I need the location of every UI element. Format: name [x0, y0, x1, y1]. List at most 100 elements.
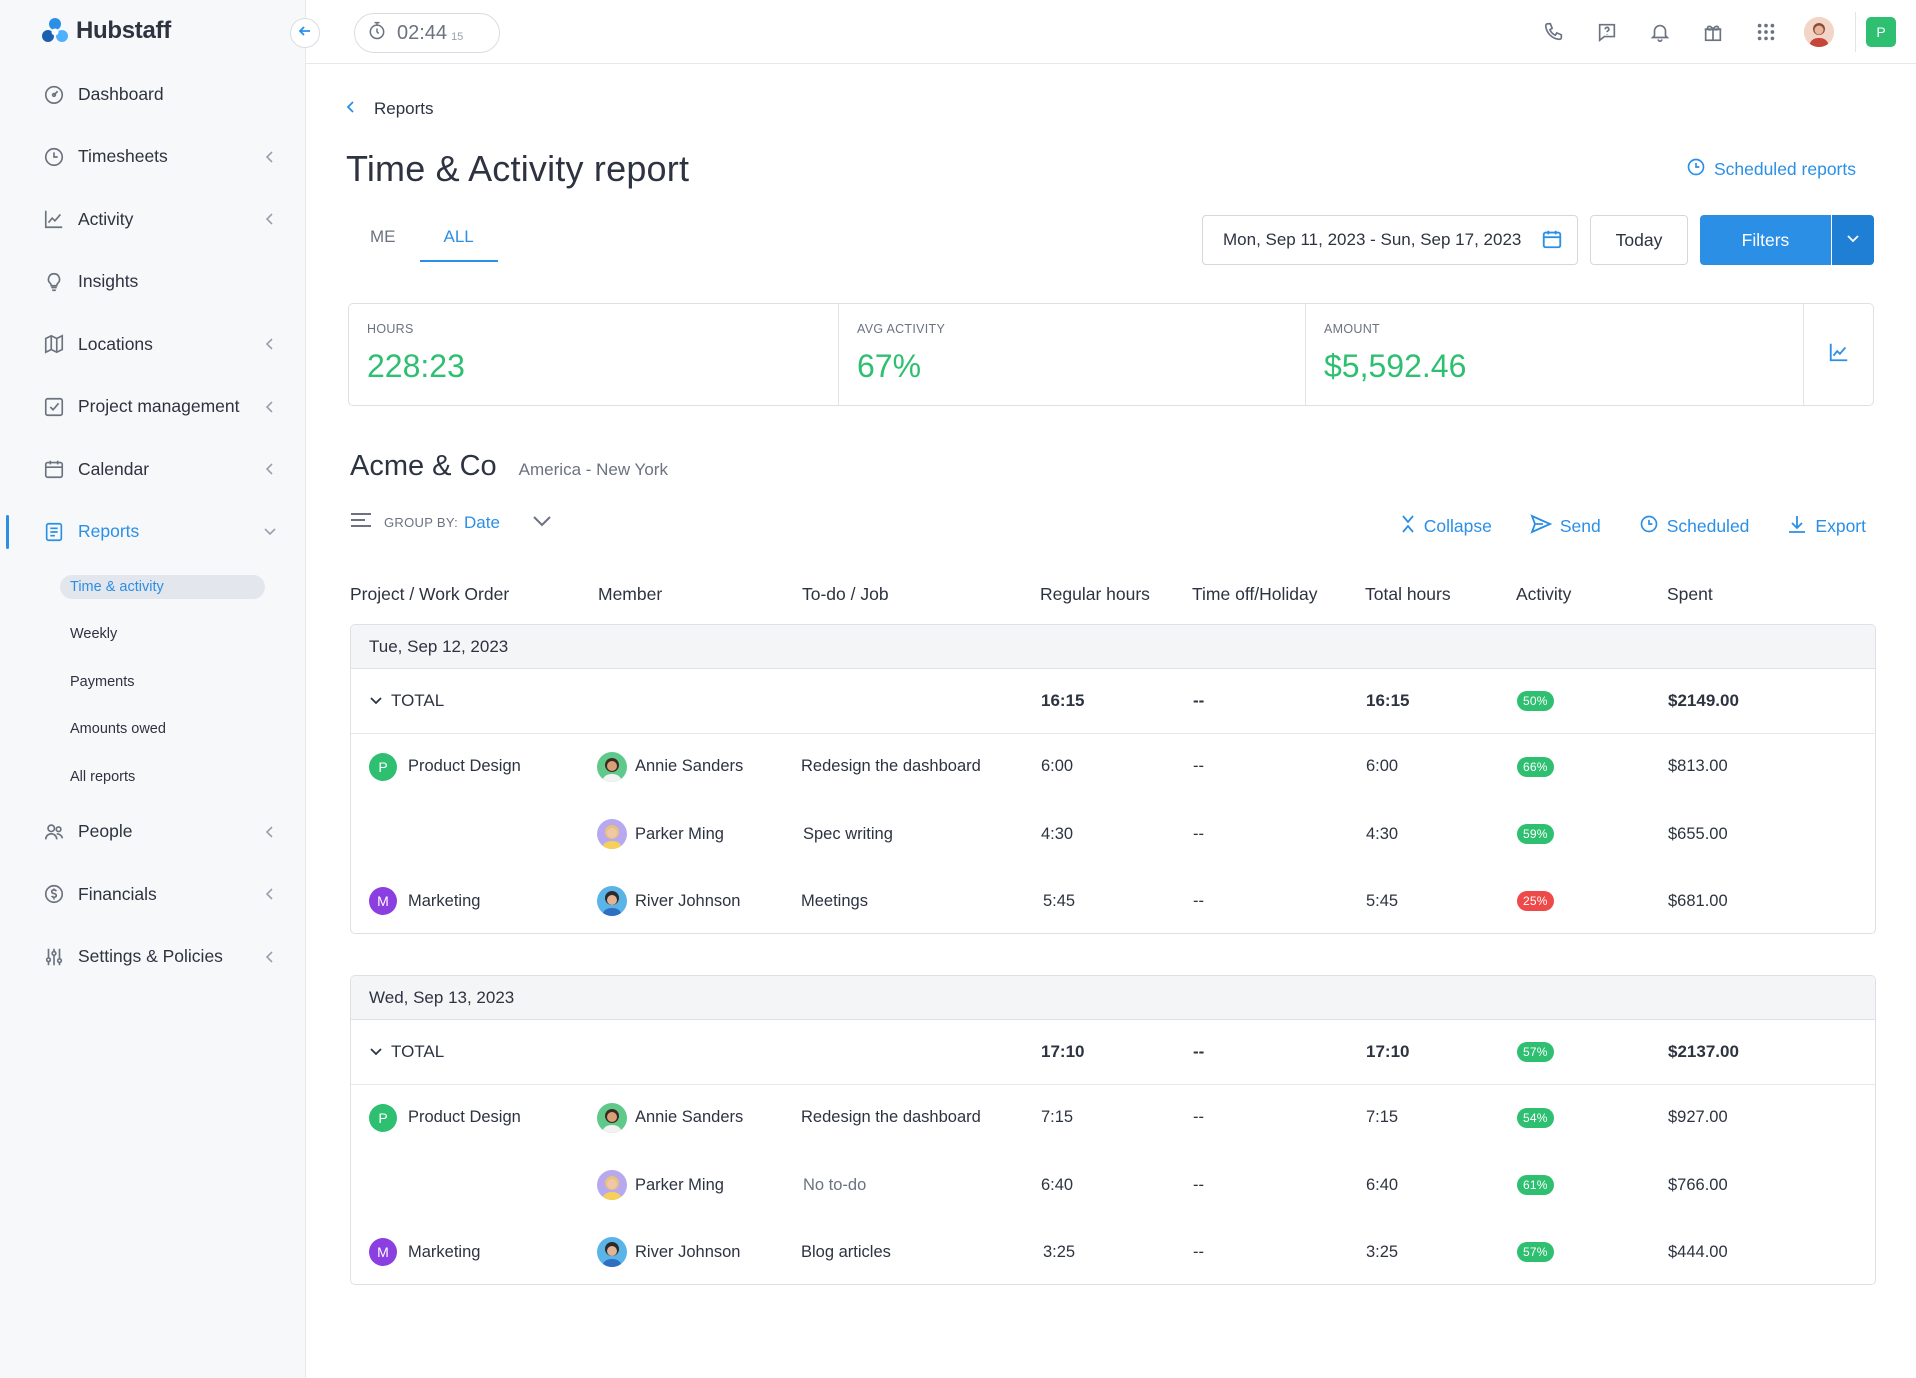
- user-avatar[interactable]: [1792, 0, 1845, 64]
- summary-hours: HOURS 228:23: [349, 304, 839, 405]
- sidebar-item-settings-policies[interactable]: Settings & Policies: [0, 926, 306, 989]
- member-cell[interactable]: Parker Ming: [597, 799, 724, 869]
- total-row[interactable]: TOTAL 17:10 -- 17:10 57% $2137.00: [351, 1020, 1875, 1085]
- sidebar-item-dashboard[interactable]: Dashboard: [0, 63, 306, 126]
- todo-cell[interactable]: Redesign the dashboard: [801, 1085, 981, 1150]
- subnav-item-amounts-owed[interactable]: Amounts owed: [70, 706, 306, 754]
- todo-cell[interactable]: Redesign the dashboard: [801, 734, 981, 799]
- breadcrumb[interactable]: Reports: [346, 99, 434, 119]
- subnav-item-weekly[interactable]: Weekly: [70, 611, 306, 659]
- export-button[interactable]: Export: [1787, 514, 1866, 539]
- member-cell[interactable]: Annie Sanders: [597, 734, 743, 799]
- subnav-item-payments[interactable]: Payments: [70, 658, 306, 706]
- activity-cell: 59%: [1517, 799, 1554, 869]
- sidebar-item-reports[interactable]: Reports: [0, 501, 306, 564]
- total-timeoff: --: [1193, 691, 1205, 710]
- organization-badge[interactable]: P: [1866, 17, 1896, 47]
- column-header-todo[interactable]: To-do / Job: [802, 584, 889, 605]
- column-header-total-hours[interactable]: Total hours: [1365, 584, 1451, 605]
- member-cell[interactable]: River Johnson: [597, 1220, 740, 1284]
- column-header-project[interactable]: Project / Work Order: [350, 584, 509, 605]
- sidebar-item-financials[interactable]: Financials: [0, 863, 306, 926]
- member-cell[interactable]: Annie Sanders: [597, 1085, 743, 1150]
- todo-cell[interactable]: Spec writing: [803, 799, 893, 869]
- scheduled-button[interactable]: Scheduled: [1639, 514, 1749, 539]
- total-label-cell[interactable]: TOTAL: [369, 669, 444, 733]
- sidebar-item-insights[interactable]: Insights: [0, 251, 306, 314]
- subnav-item-all-reports[interactable]: All reports: [70, 753, 306, 801]
- project-cell[interactable]: P Product Design: [369, 734, 521, 799]
- project-cell[interactable]: M Marketing: [369, 1220, 480, 1284]
- chart-toggle-button[interactable]: [1803, 304, 1873, 405]
- project-cell[interactable]: P Product Design: [369, 1085, 521, 1150]
- collapse-sidebar-button[interactable]: [290, 18, 320, 48]
- table-row[interactable]: P Product Design Annie Sanders Redesign t…: [351, 1085, 1875, 1150]
- table-row[interactable]: Parker Ming Spec writing 4:30 -- 4:30 59…: [351, 799, 1875, 869]
- avatar: [597, 1170, 627, 1200]
- activity-badge: 61%: [1517, 1175, 1554, 1195]
- todo-cell[interactable]: Meetings: [801, 869, 868, 933]
- sidebar-item-project-management[interactable]: Project management: [0, 376, 306, 439]
- total-regular: 16:15: [1041, 691, 1085, 710]
- help-icon[interactable]: [1580, 0, 1633, 64]
- scheduled-reports-link[interactable]: Scheduled reports: [1686, 157, 1856, 182]
- timer-widget[interactable]: 02:44 15: [354, 13, 500, 53]
- sidebar-item-locations[interactable]: Locations: [0, 313, 306, 376]
- table-row[interactable]: Parker Ming No to-do 6:40 -- 6:40 61% $7…: [351, 1150, 1875, 1220]
- apps-grid-icon[interactable]: [1739, 0, 1792, 64]
- date-range-picker[interactable]: Mon, Sep 11, 2023 - Sun, Sep 17, 2023: [1202, 215, 1578, 265]
- column-header-spent[interactable]: Spent: [1667, 584, 1713, 605]
- sidebar-item-timesheets[interactable]: Timesheets: [0, 126, 306, 189]
- filters-dropdown-button[interactable]: [1832, 215, 1874, 265]
- chevron-down-icon: [369, 1047, 383, 1057]
- summary-amount: AMOUNT $5,592.46: [1306, 304, 1484, 405]
- report-icon: [42, 520, 66, 544]
- sidebar-item-people[interactable]: People: [0, 801, 306, 864]
- gift-icon[interactable]: [1686, 0, 1739, 64]
- map-icon: [42, 332, 66, 356]
- total-activity: 50%: [1517, 669, 1554, 733]
- bell-icon[interactable]: [1633, 0, 1686, 64]
- total-timeoff: --: [1193, 1042, 1205, 1061]
- member-cell[interactable]: Parker Ming: [597, 1150, 724, 1220]
- stopwatch-icon: [367, 21, 387, 46]
- table-row[interactable]: P Product Design Annie Sanders Redesign t…: [351, 734, 1875, 799]
- phone-icon[interactable]: [1527, 0, 1580, 64]
- chevron-down-icon: [369, 696, 383, 706]
- total-label-cell[interactable]: TOTAL: [369, 1020, 444, 1084]
- avatar: [597, 886, 627, 916]
- people-icon: [42, 820, 66, 844]
- sliders-icon: [42, 945, 66, 969]
- column-header-time-off[interactable]: Time off/Holiday: [1192, 584, 1317, 605]
- hubstaff-logo-icon: [40, 16, 70, 46]
- todo-cell[interactable]: No to-do: [803, 1150, 866, 1220]
- subnav-item-time-activity[interactable]: Time & activity: [60, 563, 306, 611]
- today-button[interactable]: Today: [1590, 215, 1688, 265]
- activity-badge: 57%: [1517, 1042, 1554, 1062]
- collapse-button[interactable]: Collapse: [1400, 514, 1492, 539]
- sidebar-item-activity[interactable]: Activity: [0, 188, 306, 251]
- table-row[interactable]: M Marketing River Johnson Meetings 5:45 -…: [351, 869, 1875, 933]
- dashboard-icon: [42, 82, 66, 106]
- tab-me[interactable]: ME: [346, 227, 420, 262]
- activity-cell: 66%: [1517, 734, 1554, 799]
- table-row[interactable]: M Marketing River Johnson Blog articles 3…: [351, 1220, 1875, 1284]
- todo-cell[interactable]: Blog articles: [801, 1220, 891, 1284]
- column-header-activity[interactable]: Activity: [1516, 584, 1571, 605]
- chevron-left-icon: [262, 824, 278, 840]
- activity-cell: 57%: [1517, 1220, 1554, 1284]
- avatar: [597, 819, 627, 849]
- member-cell[interactable]: River Johnson: [597, 869, 740, 933]
- column-header-member[interactable]: Member: [598, 584, 662, 605]
- column-header-regular-hours[interactable]: Regular hours: [1040, 584, 1150, 605]
- logo[interactable]: Hubstaff: [40, 16, 171, 46]
- sidebar-item-calendar[interactable]: Calendar: [0, 438, 306, 501]
- project-cell[interactable]: M Marketing: [369, 869, 480, 933]
- tab-all[interactable]: ALL: [419, 227, 498, 262]
- group-by-control[interactable]: GROUP BY: Date: [350, 512, 552, 533]
- total-row[interactable]: TOTAL 16:15 -- 16:15 50% $2149.00: [351, 669, 1875, 734]
- organization-header: Acme & Co America - New York: [350, 450, 668, 483]
- total-spent: $2149.00: [1668, 691, 1739, 710]
- filters-button[interactable]: Filters: [1700, 215, 1831, 265]
- send-button[interactable]: Send: [1530, 514, 1601, 539]
